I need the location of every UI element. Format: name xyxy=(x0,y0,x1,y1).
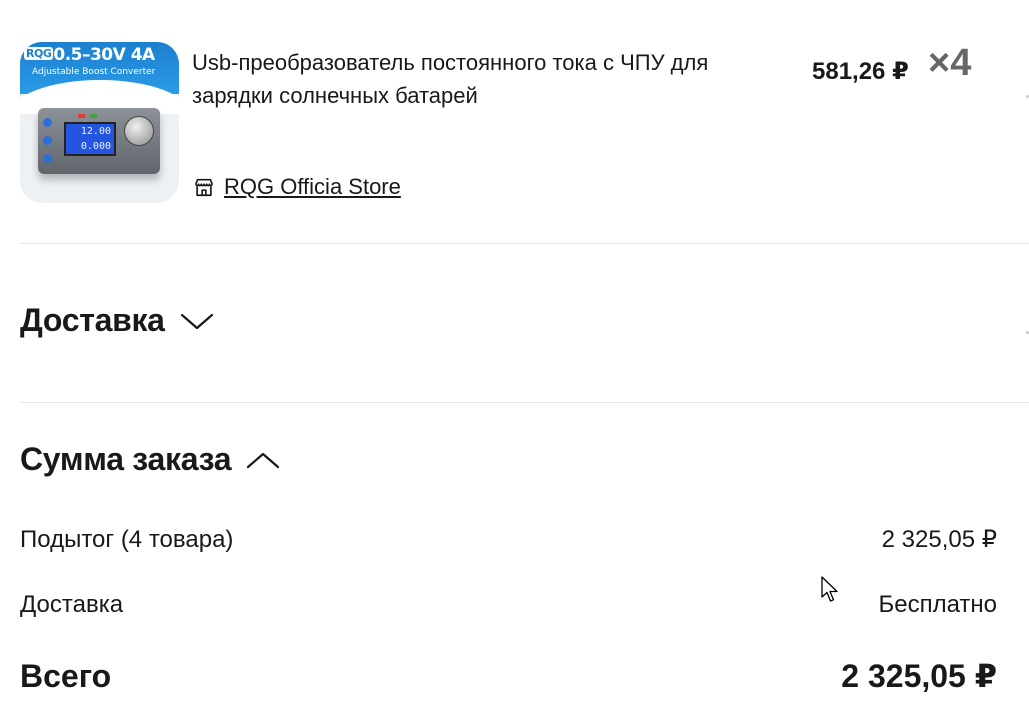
delivery-value: Бесплатно xyxy=(878,591,997,618)
product-image-title: RQG 0.5–30V 4A xyxy=(24,45,155,65)
summary-row-delivery: Доставка Бесплатно xyxy=(20,591,997,619)
device-led-red xyxy=(78,114,85,118)
device-lcd-line: 12.00 xyxy=(80,126,111,137)
divider xyxy=(20,402,1029,403)
order-page: RQG 0.5–30V 4A Adjustable Boost Converter… xyxy=(0,0,1029,725)
subtotal-value: 2 325,05 ₽ xyxy=(881,526,997,553)
delivery-section-title: Доставка xyxy=(20,302,165,338)
product-price: 581,26 ₽ xyxy=(812,58,909,85)
product-quantity: ×4 xyxy=(928,42,972,84)
store-icon xyxy=(194,178,214,197)
product-image-device: 12.00 0.000 xyxy=(38,108,160,174)
device-button xyxy=(43,118,52,127)
device-lcd: 12.00 0.000 xyxy=(64,122,116,156)
delivery-section-toggle[interactable]: Доставка xyxy=(20,302,214,339)
product-image-subtitle: Adjustable Boost Converter xyxy=(32,67,156,77)
mouse-cursor-icon xyxy=(821,576,838,602)
product-image[interactable]: RQG 0.5–30V 4A Adjustable Boost Converter… xyxy=(20,42,179,203)
product-title[interactable]: Usb-преобразователь постоянного тока с Ч… xyxy=(192,46,782,112)
delivery-label: Доставка xyxy=(20,591,124,618)
summary-row-total: Всего 2 325,05 ₽ xyxy=(20,657,997,695)
summary-row-subtotal: Подытог (4 товара) 2 325,05 ₽ xyxy=(20,525,997,554)
chevron-down-icon xyxy=(180,313,213,329)
total-value: 2 325,05 ₽ xyxy=(841,658,997,694)
device-led-green xyxy=(90,114,97,118)
chevron-up-icon xyxy=(247,452,280,468)
product-image-title-text: 0.5–30V 4A xyxy=(53,45,155,65)
product-image-logo: RQG xyxy=(24,47,54,60)
store-link[interactable]: RQG Officia Store xyxy=(193,172,401,202)
cart-item: RQG 0.5–30V 4A Adjustable Boost Converter… xyxy=(20,42,1029,204)
device-lcd-line: 0.000 xyxy=(80,141,111,152)
device-button xyxy=(43,136,52,145)
store-name[interactable]: RQG Officia Store xyxy=(224,174,401,200)
subtotal-label: Подытог (4 товара) xyxy=(20,525,234,553)
order-summary-toggle[interactable]: Сумма заказа xyxy=(20,441,280,478)
device-button xyxy=(43,154,52,163)
order-summary-title: Сумма заказа xyxy=(20,441,232,477)
divider xyxy=(20,243,1029,244)
total-label: Всего xyxy=(20,657,112,694)
device-knob xyxy=(124,116,154,146)
